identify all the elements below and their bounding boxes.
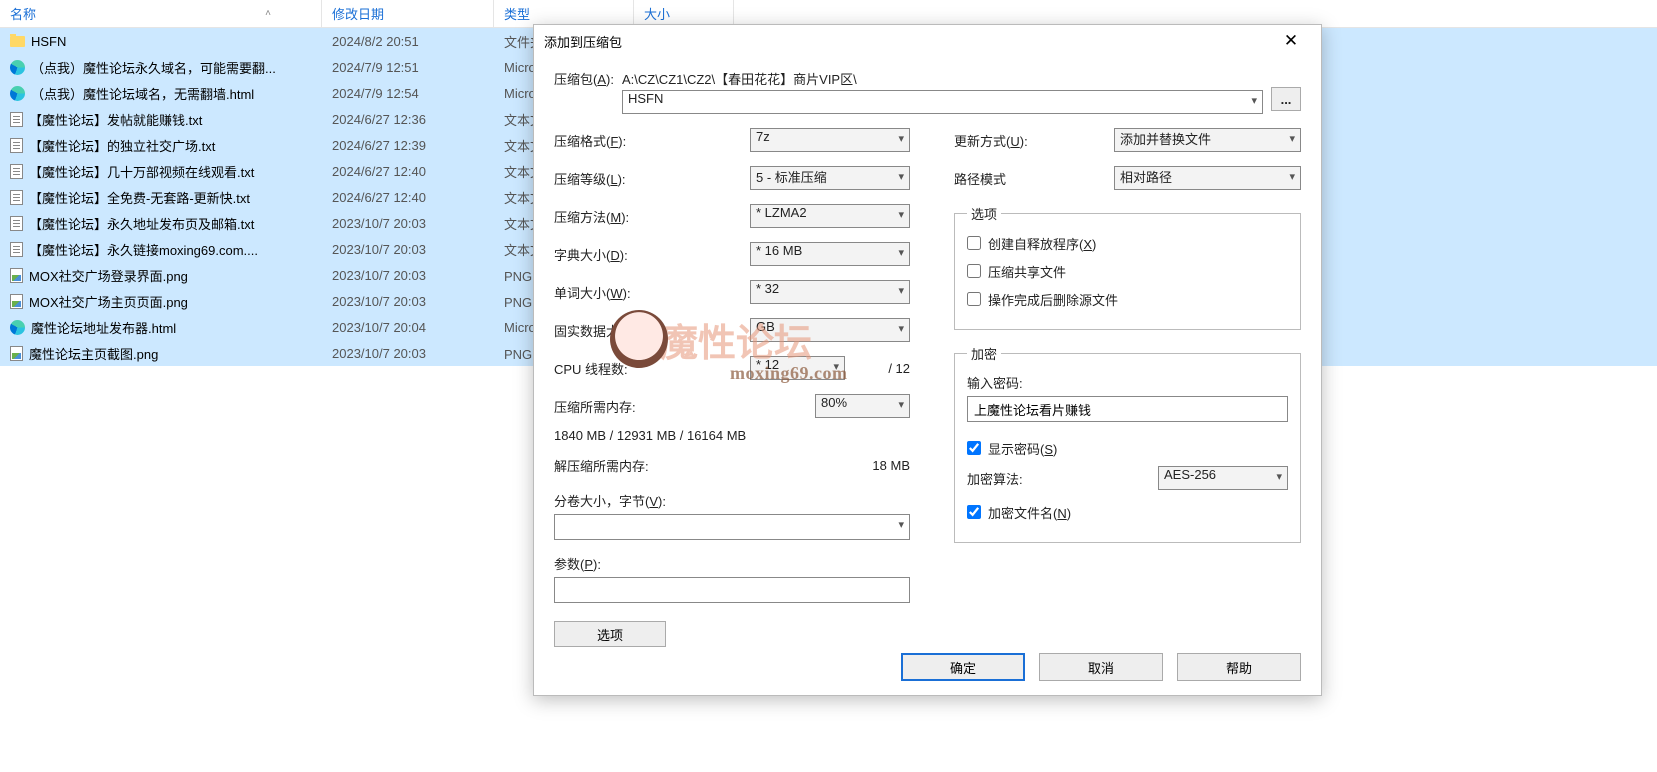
- format-label: 压缩格式(F):: [554, 131, 750, 150]
- file-date: 2024/6/27 12:40: [322, 164, 494, 179]
- mem-decompress-value: 18 MB: [872, 458, 910, 473]
- mem-compress-label: 压缩所需内存:: [554, 397, 750, 416]
- close-icon[interactable]: ✕: [1271, 31, 1311, 51]
- browse-button[interactable]: ...: [1271, 87, 1301, 111]
- share-checkbox[interactable]: 压缩共享文件: [967, 261, 1288, 281]
- edge-icon: [10, 86, 25, 101]
- header-type[interactable]: 类型: [494, 0, 634, 27]
- file-name: 【魔性论坛】的独立社交广场.txt: [29, 136, 215, 155]
- options-button[interactable]: 选项: [554, 621, 666, 647]
- file-date: 2024/7/9 12:51: [322, 60, 494, 75]
- file-name: 【魔性论坛】永久地址发布页及邮箱.txt: [29, 214, 254, 233]
- file-date: 2023/10/7 20:03: [322, 268, 494, 283]
- file-date: 2023/10/7 20:03: [322, 346, 494, 361]
- volume-input[interactable]: [554, 514, 910, 540]
- format-select[interactable]: 7z: [750, 128, 910, 152]
- file-date: 2024/6/27 12:39: [322, 138, 494, 153]
- pathmode-select[interactable]: 相对路径: [1114, 166, 1301, 190]
- delete-checkbox[interactable]: 操作完成后删除源文件: [967, 289, 1288, 309]
- update-select[interactable]: 添加并替换文件: [1114, 128, 1301, 152]
- mem-percent-select[interactable]: 80%: [815, 394, 910, 418]
- file-name: 【魔性论坛】永久链接moxing69.com....: [29, 240, 258, 259]
- solid-label: 固实数据大小:: [554, 321, 750, 340]
- txt-icon: [10, 138, 23, 153]
- dict-label: 字典大小(D):: [554, 245, 750, 264]
- txt-icon: [10, 112, 23, 127]
- file-date: 2023/10/7 20:03: [322, 216, 494, 231]
- file-date: 2023/10/7 20:03: [322, 242, 494, 257]
- volume-label: 分卷大小，字节(V):: [554, 491, 910, 510]
- method-label: 压缩方法(M):: [554, 207, 750, 226]
- level-label: 压缩等级(L):: [554, 169, 750, 188]
- update-label: 更新方式(U):: [954, 131, 1114, 150]
- file-name: 【魔性论坛】全免费-无套路-更新快.txt: [29, 188, 250, 207]
- txt-icon: [10, 190, 23, 205]
- threads-select[interactable]: * 12: [750, 356, 845, 380]
- cancel-button[interactable]: 取消: [1039, 653, 1163, 681]
- params-input[interactable]: [554, 577, 910, 603]
- file-date: 2024/6/27 12:36: [322, 112, 494, 127]
- params-label: 参数(P):: [554, 554, 910, 573]
- file-date: 2024/6/27 12:40: [322, 190, 494, 205]
- word-select[interactable]: * 32: [750, 280, 910, 304]
- file-name: （点我）魔性论坛永久域名，可能需要翻...: [31, 58, 276, 77]
- method-select[interactable]: * LZMA2: [750, 204, 910, 228]
- encrypt-names-checkbox[interactable]: 加密文件名(N): [967, 502, 1288, 522]
- edge-icon: [10, 320, 25, 335]
- help-button[interactable]: 帮助: [1177, 653, 1301, 681]
- file-name: 魔性论坛主页截图.png: [29, 344, 158, 363]
- dialog-title: 添加到压缩包: [544, 32, 622, 51]
- mem-compress-value: 1840 MB / 12931 MB / 16164 MB: [554, 428, 910, 443]
- header-date[interactable]: 修改日期: [322, 0, 494, 27]
- file-date: 2024/8/2 20:51: [322, 34, 494, 49]
- threads-max: / 12: [888, 361, 910, 376]
- show-password-checkbox[interactable]: 显示密码(S): [967, 438, 1288, 458]
- file-name: 【魔性论坛】几十万部视频在线观看.txt: [29, 162, 254, 181]
- threads-label: CPU 线程数:: [554, 359, 750, 378]
- folder-icon: [10, 36, 25, 47]
- header-name[interactable]: 名称˄: [0, 0, 322, 27]
- png-icon: [10, 346, 23, 361]
- file-name: 【魔性论坛】发帖就能赚钱.txt: [29, 110, 202, 129]
- file-name: MOX社交广场主页页面.png: [29, 292, 188, 311]
- file-date: 2023/10/7 20:03: [322, 294, 494, 309]
- enc-method-select[interactable]: AES-256: [1158, 466, 1288, 490]
- sfx-checkbox[interactable]: 创建自释放程序(X): [967, 233, 1288, 253]
- archive-name-input[interactable]: HSFN: [622, 90, 1263, 114]
- sort-arrow-icon: ˄: [265, 8, 271, 19]
- header-size[interactable]: 大小: [634, 0, 734, 27]
- txt-icon: [10, 216, 23, 231]
- file-name: HSFN: [31, 34, 66, 49]
- png-icon: [10, 294, 23, 309]
- file-name: （点我）魔性论坛域名，无需翻墙.html: [31, 84, 254, 103]
- password-label: 输入密码:: [967, 373, 1288, 392]
- dict-select[interactable]: * 16 MB: [750, 242, 910, 266]
- file-date: 2024/7/9 12:54: [322, 86, 494, 101]
- mem-decompress-label: 解压缩所需内存:: [554, 456, 649, 475]
- add-to-archive-dialog: 添加到压缩包 ✕ 压缩包(A): A:\CZ\CZ1\CZ2\【春田花花】商片V…: [533, 24, 1322, 696]
- png-icon: [10, 268, 23, 283]
- solid-select[interactable]: GB: [750, 318, 910, 342]
- txt-icon: [10, 164, 23, 179]
- word-label: 单词大小(W):: [554, 283, 750, 302]
- ok-button[interactable]: 确定: [901, 653, 1025, 681]
- pathmode-label: 路径模式: [954, 169, 1114, 188]
- file-name: MOX社交广场登录界面.png: [29, 266, 188, 285]
- txt-icon: [10, 242, 23, 257]
- encryption-group: 加密 输入密码: 显示密码(S) 加密算法:AES-256 加密文件名(N): [954, 344, 1301, 543]
- edge-icon: [10, 60, 25, 75]
- file-name: 魔性论坛地址发布器.html: [31, 318, 176, 337]
- archive-label: 压缩包(A):: [554, 69, 614, 88]
- password-input[interactable]: [967, 396, 1288, 422]
- enc-method-label: 加密算法:: [967, 469, 1023, 488]
- dialog-titlebar[interactable]: 添加到压缩包 ✕: [534, 25, 1321, 57]
- archive-path: A:\CZ\CZ1\CZ2\【春田花花】商片VIP区\: [622, 69, 1263, 88]
- level-select[interactable]: 5 - 标准压缩: [750, 166, 910, 190]
- file-date: 2023/10/7 20:04: [322, 320, 494, 335]
- options-group: 选项 创建自释放程序(X) 压缩共享文件 操作完成后删除源文件: [954, 204, 1301, 330]
